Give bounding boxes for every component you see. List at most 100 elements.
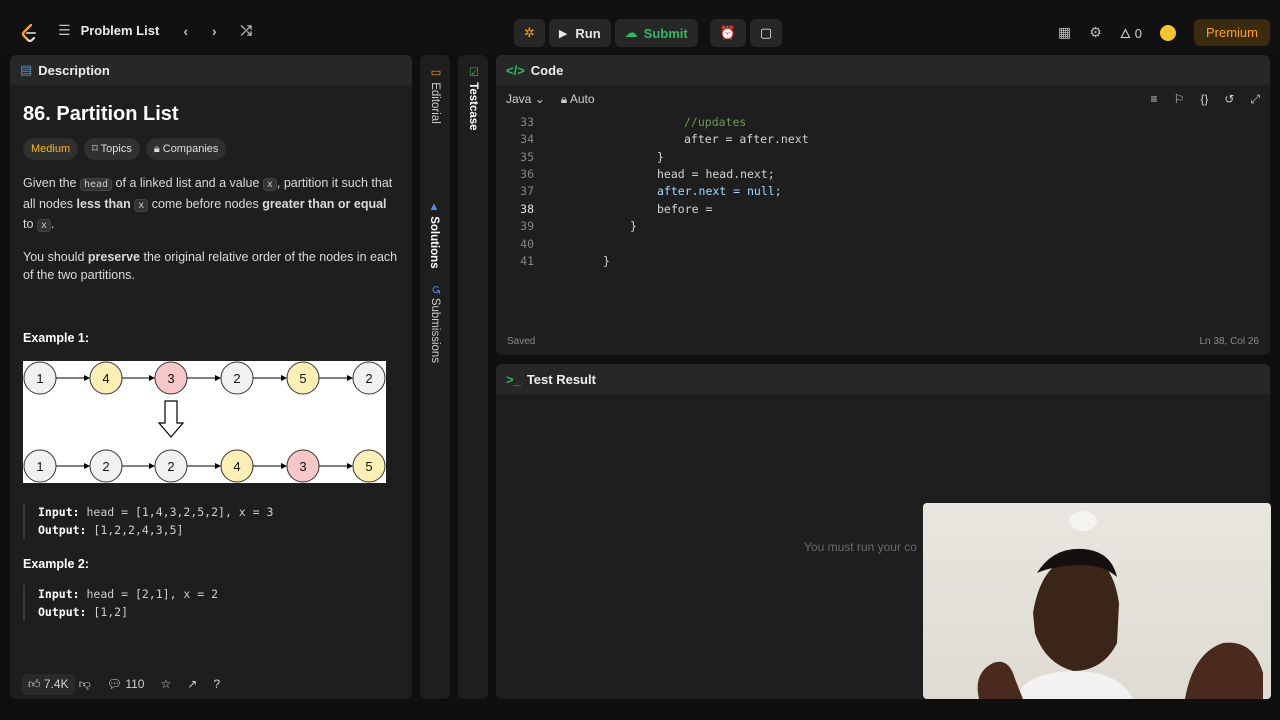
list-node-value: 1 [36, 459, 43, 474]
saved-status: Saved [507, 336, 536, 347]
checkbox-icon: ☑ [467, 65, 479, 83]
line-number: 33 [520, 115, 534, 129]
comments-button[interactable]: 💬︎ 110 [107, 677, 145, 691]
inline-code: x [262, 178, 277, 191]
line-number: 39 [520, 219, 534, 233]
braces-icon[interactable]: {} [1200, 92, 1208, 106]
document-icon: ▤ [20, 62, 33, 77]
text: You should [23, 249, 88, 264]
tab-solutions-label: Solutions [428, 216, 440, 269]
code-toolbar: Java ⌄ 🔒︎ Auto ≡ ⚐ {} ↺ ⤢ [496, 85, 1270, 113]
settings-gear-icon[interactable]: ⚙ [1089, 24, 1102, 41]
tab-testcase-label: Testcase [467, 82, 479, 131]
tab-submissions-label: Submissions [429, 297, 441, 364]
bookmark-icon[interactable]: ⚐ [1174, 92, 1185, 106]
notes-button[interactable]: ▢ [749, 19, 783, 47]
linked-list-diagram: 1 4 3 2 5 2 1 2 2 4 3 5 [23, 361, 386, 483]
format-icon[interactable]: ≡ [1151, 92, 1158, 106]
user-controls: ▦ ⚙ 🜂 0 Premium [1058, 19, 1270, 46]
layout-icon[interactable]: ▦ [1058, 24, 1071, 41]
list-node-value: 5 [365, 459, 372, 474]
run-button[interactable]: ▶ Run [548, 19, 611, 47]
next-problem-icon[interactable]: › [212, 23, 217, 39]
language-value: Java [506, 92, 532, 106]
bug-icon: ✲ [524, 25, 535, 40]
auto-mode[interactable]: 🔒︎ Auto [561, 92, 595, 107]
output-value: [1,2,2,4,3,5] [93, 522, 184, 537]
line-number: 38 [520, 202, 534, 216]
list-node-value: 5 [299, 371, 306, 386]
description-tab-label: Description [38, 62, 110, 78]
side-tabs-right: ☑ Testcase [458, 55, 488, 699]
problem-list-link[interactable]: Problem List [81, 23, 160, 38]
thumbs-down-icon[interactable]: 👎︎ [79, 677, 91, 692]
companies-label: Companies [162, 142, 219, 155]
help-icon[interactable]: ? [213, 677, 220, 691]
cursor-position: Ln 38, Col 26 [1199, 336, 1260, 347]
timer-button[interactable]: ⏰ [709, 19, 746, 47]
companies-chip[interactable]: 🔒︎ Companies [145, 137, 227, 160]
comment-count: 110 [125, 677, 145, 691]
chevron-down-icon: ⌄ [534, 92, 545, 106]
problem-note: You should preserve the original relativ… [23, 248, 399, 285]
test-result-tab[interactable]: >_ Test Result [496, 364, 1270, 394]
prev-problem-icon[interactable]: ‹ [183, 23, 188, 39]
lock-icon: 🔒︎ [153, 142, 163, 155]
expand-icon[interactable]: ⤢ [1250, 92, 1260, 107]
code-line: //updates [684, 115, 747, 129]
like-count: 7.4K [43, 676, 69, 691]
like-button[interactable]: 👍︎ 7.4K [22, 673, 75, 695]
leetcode-logo-icon[interactable] [18, 22, 40, 44]
text: Given the [23, 176, 80, 190]
line-number: 35 [520, 150, 534, 164]
note-icon: ▢ [759, 25, 773, 40]
output-value: [1,2] [93, 605, 129, 619]
tab-submissions[interactable]: ↺ Submissions [428, 285, 442, 363]
tab-testcase[interactable]: ☑ Testcase [466, 65, 480, 131]
text: come before nodes [148, 196, 263, 211]
shuffle-icon[interactable]: ⤮ [241, 22, 252, 39]
debug-button[interactable]: ✲ [514, 19, 545, 47]
inline-code: x [36, 219, 51, 232]
tab-editorial[interactable]: ▭ Editorial [428, 65, 442, 124]
tab-solutions[interactable]: ▲ Solutions [428, 201, 440, 269]
star-icon[interactable]: ☆ [160, 677, 171, 691]
list-icon[interactable]: ☰ [58, 22, 71, 39]
input-value: head = [1,4,3,2,5,2], x = 3 [86, 504, 274, 519]
code-icon: </> [506, 62, 525, 78]
webcam-overlay [923, 503, 1271, 699]
avatar[interactable] [1159, 24, 1176, 41]
lock-icon: 🔒︎ [560, 91, 568, 106]
list-node-value: 4 [233, 459, 240, 474]
description-body: 86. Partition List Medium ⌑ Topics 🔒︎ Co… [10, 85, 412, 635]
line-number: 41 [520, 254, 534, 268]
premium-button[interactable]: Premium [1193, 19, 1270, 46]
description-tab[interactable]: ▤ Description [10, 55, 412, 85]
list-node-value: 1 [36, 371, 43, 386]
problem-title: 86. Partition List [23, 103, 179, 125]
history-icon: ↺ [429, 285, 441, 298]
text: of a linked list and a value [112, 176, 263, 190]
language-select[interactable]: Java ⌄ [506, 92, 545, 106]
inline-code: head [79, 178, 113, 191]
example-1-io: Input: head = [1,4,3,2,5,2], x = 3 Outpu… [23, 502, 399, 539]
streak-counter[interactable]: 🜂 0 [1120, 20, 1142, 46]
topics-chip[interactable]: ⌑ Topics [84, 137, 140, 160]
submit-button[interactable]: ☁ Submit [614, 19, 698, 47]
list-node-value: 2 [102, 459, 109, 474]
difficulty-badge[interactable]: Medium [23, 137, 79, 160]
bold-text: preserve [87, 249, 140, 264]
terminal-icon: >_ [506, 371, 521, 387]
side-tabs-left: ▭ Editorial ▲ Solutions ↺ Submissions [420, 55, 450, 699]
code-line: after.next = null; [657, 184, 782, 198]
flame-icon: 🜂 [1119, 25, 1132, 41]
play-icon: ▶ [558, 27, 568, 40]
topics-label: Topics [100, 142, 132, 155]
code-tab[interactable]: </> Code [496, 55, 1270, 85]
share-icon[interactable]: ↗ [187, 677, 197, 691]
line-number: 40 [520, 237, 534, 251]
text: . [50, 217, 55, 231]
list-node-value: 4 [102, 371, 109, 386]
line-number: 37 [520, 184, 534, 198]
reset-icon[interactable]: ↺ [1224, 92, 1234, 106]
